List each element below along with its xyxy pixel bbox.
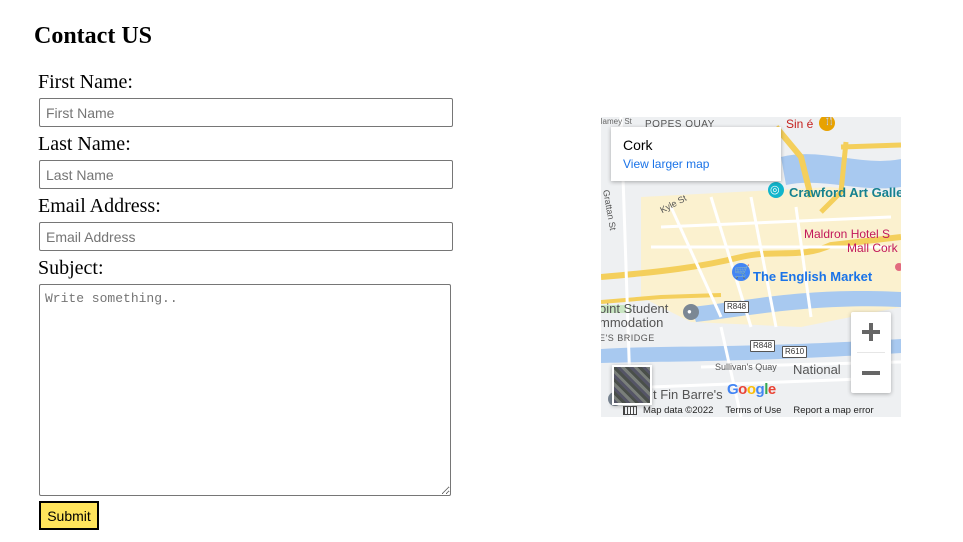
food-icon: 🍴 [823, 117, 836, 126]
map-label-student-1: oint Student [601, 301, 669, 316]
road-shield-r610: R610 [782, 346, 808, 358]
zoom-out-button[interactable] [851, 353, 891, 393]
minus-icon [862, 371, 880, 375]
road-shield-r848-b: R848 [750, 340, 776, 352]
satellite-toggle[interactable] [612, 365, 652, 405]
report-map-error-link[interactable]: Report a map error [793, 405, 873, 416]
email-input[interactable] [39, 222, 453, 251]
zoom-controls [851, 312, 891, 393]
google-logo: Google [727, 381, 776, 398]
map-label-road: llamey St [601, 117, 632, 126]
plus-icon [862, 323, 880, 341]
map-label-sin-e: Sin é [786, 117, 814, 131]
map-label-maldron-1: Maldron Hotel S [804, 227, 891, 241]
map-label-english-market: The English Market [753, 269, 873, 284]
first-name-input[interactable] [39, 98, 453, 127]
subject-label: Subject: [38, 257, 104, 279]
road-shield-r848-a: R848 [724, 301, 750, 313]
email-label: Email Address: [38, 195, 161, 217]
map-info-card: Cork View larger map [611, 127, 781, 181]
map-label-maldron-2: Mall Cork [847, 241, 898, 255]
map-label-bridge: E'S BRIDGE [601, 333, 655, 343]
map-label-national: National [793, 362, 841, 377]
map-place-name: Cork [623, 137, 653, 153]
page-title: Contact US [34, 23, 152, 49]
last-name-label: Last Name: [38, 133, 131, 155]
map-pin-icon: ● [687, 307, 692, 316]
last-name-input[interactable] [39, 160, 453, 189]
first-name-label: First Name: [38, 71, 133, 93]
embedded-map[interactable]: 🍴 ◎ 🛒 ● POPES QUAY Sin é llamey St Crawf… [601, 117, 901, 417]
map-footer: Map data ©2022 Terms of Use Report a map… [623, 403, 901, 417]
map-label-crawford: Crawford Art Galle [789, 185, 901, 200]
shopping-cart-icon: 🛒 [734, 264, 751, 279]
view-larger-map-link[interactable]: View larger map [623, 156, 769, 172]
terms-of-use-link[interactable]: Terms of Use [725, 405, 781, 416]
subject-textarea[interactable] [39, 284, 451, 496]
keyboard-icon[interactable] [623, 405, 637, 415]
zoom-in-button[interactable] [851, 312, 891, 352]
map-label-student-2: mmodation [601, 315, 664, 330]
submit-button[interactable]: Submit [39, 501, 99, 530]
map-label-fin-barres: t Fin Barre's [653, 387, 723, 402]
map-label-sullivans-quay: Sullivan's Quay [715, 362, 777, 372]
map-data-text: Map data ©2022 [643, 404, 714, 416]
museum-icon: ◎ [770, 184, 780, 196]
